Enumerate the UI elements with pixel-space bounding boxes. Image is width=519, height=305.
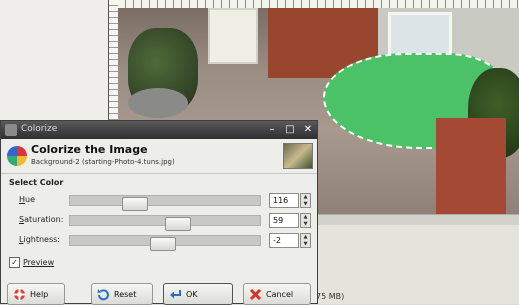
photo-brick-planter [436, 118, 506, 214]
dialog-titlebar[interactable]: Colorize – □ ✕ [1, 121, 317, 139]
hue-slider-handle[interactable] [122, 197, 148, 211]
cancel-label: Cancel [266, 290, 294, 299]
cancel-x-icon [249, 288, 262, 301]
lightness-row: Lightness: -2 ▲ ▼ [1, 232, 317, 251]
hue-label: Hue [19, 195, 36, 204]
ok-button[interactable]: OK [163, 283, 233, 305]
lightness-slider-handle[interactable] [150, 237, 176, 251]
colorize-dialog: Colorize – □ ✕ Colorize the Image Backgr… [0, 120, 318, 305]
photo-pot [128, 88, 188, 118]
ok-arrow-icon [170, 290, 181, 299]
preview-label: Preview [23, 258, 55, 267]
help-button[interactable]: Help [7, 283, 65, 305]
app-icon [5, 124, 17, 136]
lightness-input[interactable]: -2 [269, 233, 299, 248]
hue-row: Hue 116 ▲ ▼ [1, 192, 317, 211]
saturation-label: Saturation: [19, 215, 64, 224]
saturation-row: Saturation: 59 ▲ ▼ [1, 212, 317, 231]
cancel-button[interactable]: Cancel [243, 283, 311, 305]
preview-toggle[interactable]: ✓ Preview [9, 257, 54, 268]
lightness-label: Lightness: [19, 235, 60, 244]
colorize-icon [7, 146, 27, 166]
preview-checkbox[interactable]: ✓ [9, 257, 20, 268]
window-title: Colorize [21, 124, 58, 134]
lifebuoy-icon [13, 288, 26, 301]
dialog-subtitle: Background-2 (starting-Photo-4.tuns.jpg) [31, 158, 175, 166]
button-bar: Help Reset OK Cancel [1, 279, 317, 305]
ok-label: OK [186, 290, 198, 299]
saturation-input[interactable]: 59 [269, 213, 299, 228]
hue-slider[interactable] [69, 195, 261, 211]
reset-label: Reset [114, 290, 137, 299]
help-label: Help [30, 290, 49, 299]
saturation-slider[interactable] [69, 215, 261, 231]
lightness-slider[interactable] [69, 235, 261, 251]
status-bar: 75 MB) [310, 290, 519, 304]
photo-door [208, 8, 258, 64]
reset-button[interactable]: Reset [91, 283, 153, 305]
dialog-header: Colorize the Image Background-2 (startin… [1, 139, 317, 174]
close-icon[interactable]: ✕ [301, 124, 315, 136]
minimize-icon[interactable]: – [265, 124, 279, 136]
image-thumbnail [283, 143, 313, 169]
saturation-spin-arrows-icon[interactable]: ▲ ▼ [300, 213, 311, 228]
hue-input[interactable]: 116 [269, 193, 299, 208]
maximize-icon[interactable]: □ [283, 124, 297, 136]
saturation-slider-handle[interactable] [165, 217, 191, 231]
section-title: Select Color [9, 178, 64, 187]
horizontal-scrollbar[interactable] [310, 214, 519, 225]
dialog-title: Colorize the Image [31, 143, 148, 156]
hue-spin-arrows-icon[interactable]: ▲ ▼ [300, 193, 311, 208]
reset-icon [97, 289, 109, 301]
lightness-spin-arrows-icon[interactable]: ▲ ▼ [300, 233, 311, 248]
